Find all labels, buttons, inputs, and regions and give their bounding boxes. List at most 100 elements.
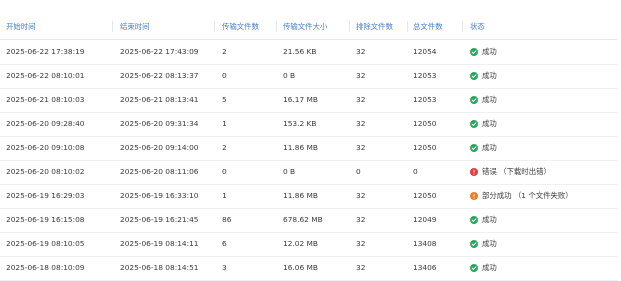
cell-end-time: 2025-06-21 08:13:41 [120, 95, 199, 104]
cell-excluded-files: 32 [356, 95, 366, 104]
cell-excluded-files: 32 [356, 191, 366, 200]
warning-circle-icon [470, 192, 478, 200]
cell-transferred-size: 678.62 MB [283, 215, 323, 224]
column-header-transferred-files[interactable]: 传输文件数 [222, 14, 259, 39]
cell-excluded-files: 0 [356, 167, 361, 176]
cell-excluded-files: 32 [356, 263, 366, 272]
cell-total-files: 12053 [413, 71, 437, 80]
check-circle-icon [470, 264, 478, 272]
table-row[interactable]: 2025-06-19 08:10:05 2025-06-19 08:14:11 6 1… [0, 232, 618, 257]
column-header-transferred-size[interactable]: 传输文件大小 [283, 14, 327, 39]
clipped-top-strip [0, 0, 621, 4]
check-circle-icon [470, 72, 478, 80]
cell-excluded-files: 32 [356, 143, 366, 152]
check-circle-icon [470, 144, 478, 152]
cell-end-time: 2025-06-18 08:14:51 [120, 263, 199, 272]
cell-start-time: 2025-06-22 17:38:19 [6, 47, 85, 56]
cell-excluded-files: 32 [356, 47, 366, 56]
check-circle-icon [470, 120, 478, 128]
cell-total-files: 13406 [413, 263, 437, 272]
cell-transferred-size: 153.2 KB [283, 119, 317, 128]
table-row[interactable]: 2025-06-20 09:10:08 2025-06-20 09:14:00 2 1… [0, 136, 618, 161]
table-header: 开始时间 结束时间 传输文件数 传输文件大小 排除文件数 总文件数 状态 [0, 14, 618, 40]
cell-total-files: 13408 [413, 239, 437, 248]
status-text: 成功 [482, 71, 497, 80]
cell-transferred-files: 0 [222, 71, 227, 80]
status-text: 成功 [482, 143, 497, 152]
table-row[interactable]: 2025-06-20 09:28:40 2025-06-20 09:31:34 1 1… [0, 112, 618, 137]
cell-status: 成功 [470, 88, 497, 112]
status-text: 成功 [482, 95, 497, 104]
cell-status: 成功 [470, 256, 497, 280]
cell-start-time: 2025-06-22 08:10:01 [6, 71, 85, 80]
column-header-total-files[interactable]: 总文件数 [413, 14, 443, 39]
column-divider[interactable] [349, 21, 350, 32]
cell-status: 成功 [470, 208, 497, 232]
column-divider[interactable] [407, 21, 408, 32]
table-row[interactable]: 2025-06-19 16:29:03 2025-06-19 16:33:10 1 1… [0, 184, 618, 209]
cell-transferred-size: 16.17 MB [283, 95, 318, 104]
cell-start-time: 2025-06-20 09:28:40 [6, 119, 85, 128]
error-circle-icon [470, 168, 478, 176]
cell-transferred-files: 1 [222, 119, 227, 128]
table-row[interactable]: 2025-06-20 08:10:02 2025-06-20 08:11:06 0 0… [0, 160, 618, 185]
cell-total-files: 12050 [413, 143, 437, 152]
cell-transferred-size: 12.02 MB [283, 239, 318, 248]
column-divider[interactable] [276, 21, 277, 32]
cell-start-time: 2025-06-19 16:29:03 [6, 191, 85, 200]
cell-total-files: 12053 [413, 95, 437, 104]
cell-start-time: 2025-06-20 08:10:02 [6, 167, 85, 176]
cell-total-files: 0 [413, 167, 418, 176]
cell-transferred-files: 0 [222, 167, 227, 176]
column-divider[interactable] [112, 21, 113, 32]
column-divider[interactable] [462, 21, 463, 32]
cell-status: 成功 [470, 232, 497, 256]
cell-transferred-size: 21.56 KB [283, 47, 317, 56]
column-divider[interactable] [214, 21, 215, 32]
check-circle-icon [470, 48, 478, 56]
cell-excluded-files: 32 [356, 239, 366, 248]
check-circle-icon [470, 216, 478, 224]
table-row[interactable]: 2025-06-18 08:10:09 2025-06-18 08:14:51 3 1… [0, 256, 618, 281]
cell-status: 成功 [470, 112, 497, 136]
cell-end-time: 2025-06-20 09:31:34 [120, 119, 199, 128]
column-header-excluded-files[interactable]: 排除文件数 [356, 14, 393, 39]
cell-transferred-files: 2 [222, 47, 227, 56]
cell-start-time: 2025-06-18 08:10:09 [6, 263, 85, 272]
cell-transferred-files: 6 [222, 239, 227, 248]
column-header-end-time[interactable]: 结束时间 [120, 14, 150, 39]
column-header-status[interactable]: 状态 [470, 14, 485, 39]
cell-end-time: 2025-06-22 17:43:09 [120, 47, 199, 56]
status-text: 成功 [482, 119, 497, 128]
cell-start-time: 2025-06-20 09:10:08 [6, 143, 85, 152]
status-text: 成功 [482, 215, 497, 224]
cell-transferred-files: 1 [222, 191, 227, 200]
cell-excluded-files: 32 [356, 71, 366, 80]
cell-end-time: 2025-06-22 08:13:37 [120, 71, 199, 80]
cell-status: 成功 [470, 136, 497, 160]
table-row[interactable]: 2025-06-22 08:10:01 2025-06-22 08:13:37 0 0… [0, 64, 618, 89]
column-header-start-time[interactable]: 开始时间 [6, 14, 36, 39]
cell-transferred-size: 11.86 MB [283, 191, 318, 200]
status-text: 成功 [482, 239, 497, 248]
check-circle-icon [470, 96, 478, 104]
check-circle-icon [470, 240, 478, 248]
status-text: 部分成功 （1 个文件失败） [482, 191, 573, 200]
cell-status: 错误 （下载时出错） [470, 160, 551, 184]
cell-excluded-files: 32 [356, 215, 366, 224]
cell-start-time: 2025-06-19 08:10:05 [6, 239, 85, 248]
cell-end-time: 2025-06-19 16:33:10 [120, 191, 199, 200]
cell-start-time: 2025-06-21 08:10:03 [6, 95, 85, 104]
table-row[interactable]: 2025-06-22 17:38:19 2025-06-22 17:43:09 2 2… [0, 40, 618, 65]
cell-transferred-files: 86 [222, 215, 232, 224]
cell-end-time: 2025-06-19 16:21:45 [120, 215, 199, 224]
status-text: 错误 （下载时出错） [482, 167, 551, 176]
cell-total-files: 12050 [413, 191, 437, 200]
table-row[interactable]: 2025-06-21 08:10:03 2025-06-21 08:13:41 5 1… [0, 88, 618, 113]
cell-total-files: 12054 [413, 47, 437, 56]
status-text: 成功 [482, 263, 497, 272]
cell-transferred-size: 11.86 MB [283, 143, 318, 152]
table-row[interactable]: 2025-06-19 16:15:08 2025-06-19 16:21:45 86… [0, 208, 618, 233]
cell-excluded-files: 32 [356, 119, 366, 128]
cell-transferred-files: 3 [222, 263, 227, 272]
